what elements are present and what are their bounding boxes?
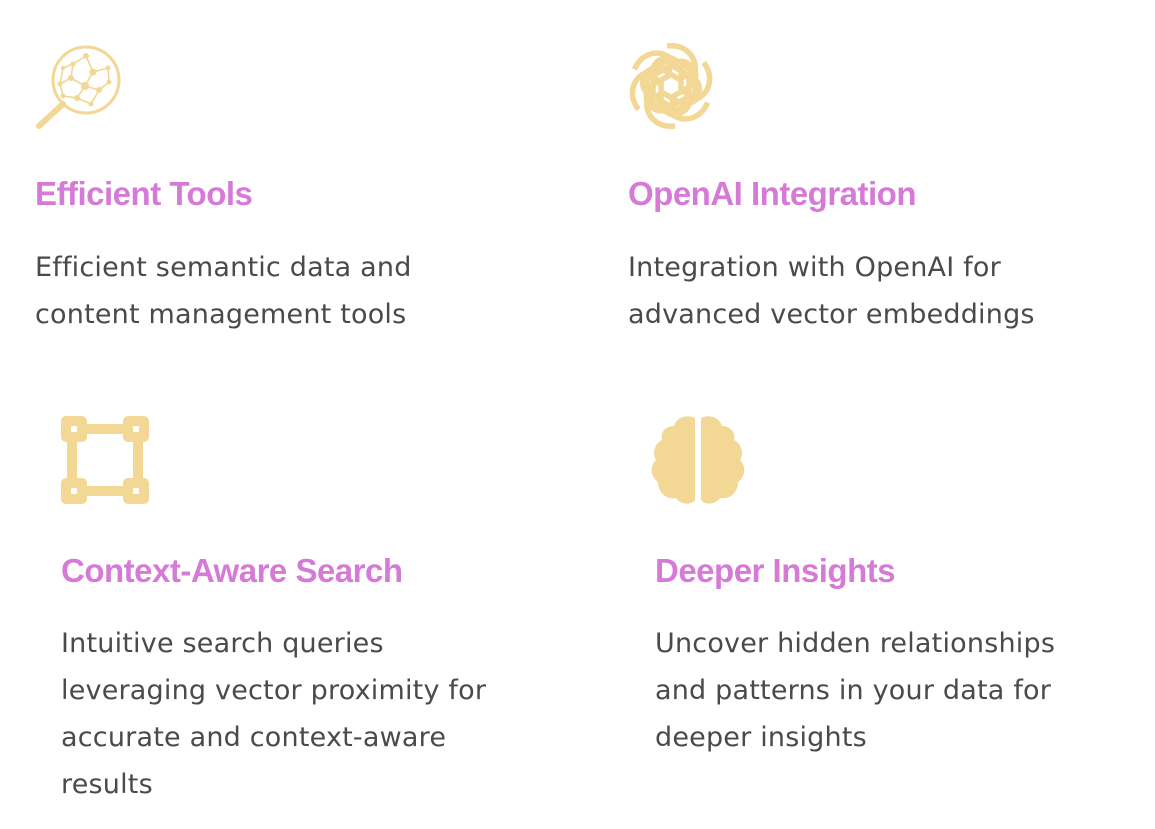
- feature-description: Intuitive search queries leveraging vect…: [61, 620, 486, 808]
- feature-title: Context-Aware Search: [61, 552, 403, 589]
- description-line: Intuitive search queries: [61, 628, 384, 659]
- feature-description: Efficient semantic data and content mana…: [35, 244, 412, 338]
- description-line: Efficient semantic data and: [35, 252, 412, 283]
- feature-description: Uncover hidden relationships and pattern…: [655, 620, 1055, 761]
- description-line: Integration with OpenAI for: [628, 252, 1001, 283]
- feature-title: Efficient Tools: [35, 175, 253, 212]
- feature-description: Integration with OpenAI for advanced vec…: [628, 244, 1035, 338]
- feature-title: Deeper Insights: [655, 552, 896, 589]
- vector-square-icon: [61, 416, 149, 504]
- description-line: content management tools: [35, 299, 407, 330]
- openai-logo-icon: [629, 43, 713, 129]
- description-line: deeper insights: [655, 722, 867, 753]
- magnifier-network-icon: [36, 45, 121, 129]
- description-line: accurate and context-aware: [61, 722, 447, 753]
- description-line: leveraging vector proximity for: [61, 675, 487, 706]
- description-line: Uncover hidden relationships: [655, 628, 1056, 659]
- brain-icon: [651, 416, 745, 504]
- feature-title: OpenAI Integration: [628, 175, 917, 212]
- description-line: and patterns in your data for: [655, 675, 1052, 706]
- description-line: results: [61, 769, 153, 800]
- description-line: advanced vector embeddings: [628, 299, 1035, 330]
